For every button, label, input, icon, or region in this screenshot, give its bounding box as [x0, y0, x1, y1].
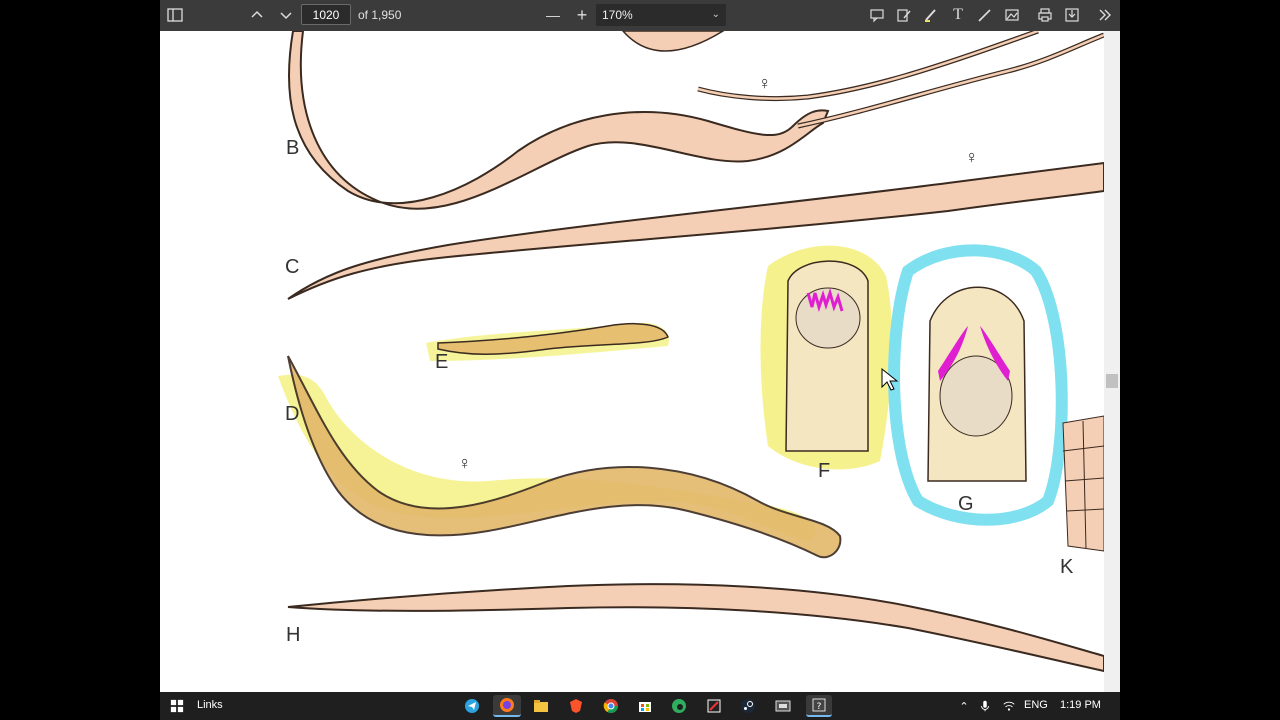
- female-symbol-2: ♀: [965, 147, 979, 167]
- edge-icon[interactable]: [668, 695, 690, 717]
- label-e: E: [435, 351, 449, 373]
- page-down-icon[interactable]: [275, 4, 297, 26]
- windows-taskbar: Links ? ⌃ ENG 1:19 PM: [160, 692, 1120, 720]
- brave-icon[interactable]: [565, 695, 587, 717]
- links-toolbar-label[interactable]: Links: [197, 699, 223, 711]
- svg-text:?: ?: [817, 702, 822, 712]
- steam-icon[interactable]: [737, 695, 759, 717]
- female-symbol-3: ♀: [458, 453, 472, 473]
- zoom-value: 170%: [602, 8, 633, 22]
- screen: 1020 of 1,950 — + 170% ⌄ T B C D E F G H…: [0, 0, 1280, 720]
- label-k: K: [1060, 556, 1074, 578]
- wifi-icon[interactable]: [998, 695, 1020, 717]
- pdf-page: B C D E F G H K ♀ ♀ ♀: [168, 31, 1105, 692]
- label-d: D: [285, 403, 300, 425]
- page-number-input[interactable]: 1020: [301, 4, 351, 25]
- label-c: C: [285, 256, 300, 278]
- worm-thread-upper: [697, 31, 1039, 102]
- language-indicator[interactable]: ENG: [1024, 699, 1048, 711]
- zoom-select[interactable]: 170% ⌄: [596, 4, 726, 26]
- worm-b: [288, 31, 830, 210]
- label-g: G: [958, 493, 974, 515]
- microphone-icon[interactable]: [974, 695, 996, 717]
- tray-expand-icon[interactable]: ⌃: [953, 695, 975, 717]
- more-icon[interactable]: [1094, 4, 1116, 26]
- windows-start-icon[interactable]: [166, 695, 188, 717]
- female-symbol-1: ♀: [758, 73, 772, 93]
- app-icon[interactable]: [703, 695, 725, 717]
- label-h: H: [286, 624, 301, 646]
- vertical-scrollbar[interactable]: [1104, 31, 1120, 692]
- page-total-label: of 1,950: [358, 8, 402, 22]
- image-icon[interactable]: [1001, 4, 1023, 26]
- store-icon[interactable]: [634, 695, 656, 717]
- text-icon[interactable]: T: [947, 4, 969, 26]
- worm-thread-lower: [797, 32, 1105, 129]
- file-explorer-icon[interactable]: [530, 695, 552, 717]
- zoom-out-button[interactable]: —: [542, 4, 564, 26]
- print-icon[interactable]: [1034, 4, 1056, 26]
- comment-icon[interactable]: [866, 4, 888, 26]
- worm-top-partial: [622, 31, 725, 52]
- pdf-toolbar: 1020 of 1,950 — + 170% ⌄ T: [160, 0, 1120, 31]
- scrollbar-thumb[interactable]: [1106, 374, 1118, 388]
- label-b: B: [286, 137, 300, 159]
- zoom-in-button[interactable]: +: [571, 4, 593, 26]
- active-app-icon[interactable]: ?: [806, 695, 832, 717]
- firefox-icon[interactable]: [493, 695, 521, 717]
- chrome-icon[interactable]: [600, 695, 622, 717]
- chevron-down-icon: ⌄: [711, 9, 720, 20]
- screen-recorder-icon[interactable]: [772, 695, 794, 717]
- draw-icon[interactable]: [974, 4, 996, 26]
- sidebar-icon[interactable]: [164, 4, 186, 26]
- nematode-figure: [278, 31, 1105, 673]
- edit-icon[interactable]: [893, 4, 915, 26]
- telegram-icon[interactable]: [461, 695, 483, 717]
- save-icon[interactable]: [1061, 4, 1083, 26]
- worm-c: [287, 161, 1105, 300]
- document-viewport[interactable]: B C D E F G H K ♀ ♀ ♀: [160, 31, 1120, 692]
- label-f: F: [818, 460, 831, 482]
- page-up-icon[interactable]: [246, 4, 268, 26]
- worm-h: [287, 583, 1105, 673]
- highlight-icon[interactable]: [920, 4, 942, 26]
- clock[interactable]: 1:19 PM: [1060, 699, 1101, 711]
